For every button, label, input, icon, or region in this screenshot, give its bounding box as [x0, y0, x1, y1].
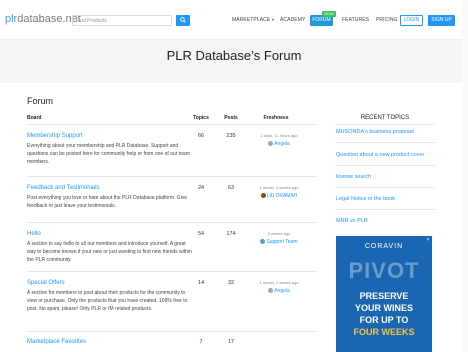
site-logo[interactable]: plrdatabase.net [5, 13, 81, 25]
site-header: plrdatabase.net Find Products MARKETPLAC… [0, 0, 468, 40]
recent-topic-link[interactable]: MRR vs PLR [336, 218, 368, 224]
forum-title-link[interactable]: Special Offers [27, 280, 65, 286]
ad-line: FOUR WEEKS [353, 327, 415, 337]
forum-title-link[interactable]: Hello [27, 231, 41, 237]
ad-watermark: PIVOT [348, 258, 420, 283]
scrollbar[interactable] [462, 0, 468, 352]
column-header-posts: Posts [224, 115, 238, 121]
forum-row: Special Offers A section for members to … [27, 271, 317, 331]
column-header-topics: Topics [193, 115, 209, 121]
last-poster-name: Angela [274, 141, 290, 147]
divider [335, 165, 435, 166]
new-badge: NEW [322, 11, 336, 17]
recent-topic-link[interactable]: license search [336, 174, 371, 180]
avatar [260, 193, 266, 198]
last-poster-name: Support Team [266, 239, 298, 245]
forum-title-link[interactable]: Membership Support [27, 133, 83, 139]
search-icon [180, 17, 186, 23]
forum-title-link[interactable]: Feedback and Testimonials [27, 185, 100, 191]
forum-title-link[interactable]: Marketplace Favorites [27, 339, 86, 345]
divider [335, 209, 435, 210]
search-button[interactable] [176, 15, 190, 26]
recent-topic-link[interactable]: Legal Notice in the book [336, 196, 395, 202]
topic-count: 14 [197, 280, 205, 286]
last-poster[interactable]: Support Team [249, 239, 309, 245]
nav-marketplace[interactable]: MARKETPLACE ▾ [232, 17, 274, 23]
last-poster[interactable]: Angela [249, 288, 309, 294]
forum-description: Everything about your membership and PLR… [27, 143, 190, 165]
login-button[interactable]: LOGIN [400, 15, 423, 26]
ad-brand: CORAVIN [364, 243, 404, 250]
last-poster-name: LIU DRAMAH [266, 193, 298, 199]
avatar [268, 141, 274, 146]
advertisement-banner[interactable]: × CORAVIN PIVOT PRESERVE YOUR WINES FOR … [336, 236, 432, 352]
forum-row: Membership Support Everything about your… [27, 124, 317, 176]
post-count: 235 [226, 133, 236, 139]
nav-academy[interactable]: ACADEMY [280, 17, 305, 23]
nav-features[interactable]: FEATURES [342, 17, 369, 23]
freshness-link[interactable]: 1 month, 2 weeks ago [249, 280, 309, 285]
last-poster[interactable]: Angela [249, 141, 309, 147]
topic-count: 66 [197, 133, 205, 139]
freshness-link[interactable]: 3 weeks ago [249, 231, 309, 236]
avatar [268, 288, 274, 293]
post-count: 63 [227, 185, 235, 191]
divider [335, 124, 435, 125]
page-title: PLR Database’s Forum [166, 48, 302, 63]
freshness-link[interactable]: 2 days, 11 hours ago [249, 133, 309, 138]
ad-line: FOR UP TO [359, 315, 409, 325]
avatar [260, 239, 266, 244]
ad-line: YOUR WINES [354, 303, 413, 313]
divider [335, 187, 435, 188]
post-count: 32 [227, 280, 235, 286]
post-count: 17 [227, 339, 235, 345]
topic-count: 24 [197, 185, 205, 191]
forum-description: Post everything you love or hate about t… [27, 195, 188, 209]
forum-description: A section to say hello to all our member… [27, 241, 192, 263]
forum-row: Marketplace Favorites 7 17 [27, 331, 317, 352]
forum-row: Hello A section to say hello to all our … [27, 222, 317, 271]
recent-topic-link[interactable]: MUSONDA's business proposal [336, 129, 414, 135]
ad-line: PRESERVE [359, 291, 409, 301]
nav-pricing[interactable]: PRICING [376, 17, 398, 23]
divider [335, 142, 435, 143]
last-poster[interactable]: LIU DRAMAH [249, 193, 309, 199]
signup-button[interactable]: SIGN UP [428, 15, 455, 26]
recent-topic-link[interactable]: Question about a new product cover [336, 152, 424, 158]
recent-topics-title: RECENT TOPICS [360, 115, 410, 121]
logo-brand: plr [5, 13, 18, 25]
post-count: 174 [226, 231, 236, 237]
last-poster-name: Angela [274, 288, 290, 294]
forum-row: Feedback and Testimonials Post everythin… [27, 176, 317, 222]
column-header-board: Board [27, 115, 42, 121]
nav-marketplace-label: MARKETPLACE [232, 17, 271, 23]
chevron-down-icon: ▾ [271, 17, 274, 22]
search-input[interactable]: Find Products [72, 15, 172, 26]
freshness-link[interactable]: 1 month, 4 weeks ago [249, 185, 309, 190]
column-header-freshness: Freshness [263, 115, 289, 121]
topic-count: 7 [199, 339, 203, 345]
forum-description: A section for members to post about thei… [27, 290, 188, 312]
forum-section-title: Forum [27, 96, 54, 106]
topic-count: 54 [197, 231, 205, 237]
